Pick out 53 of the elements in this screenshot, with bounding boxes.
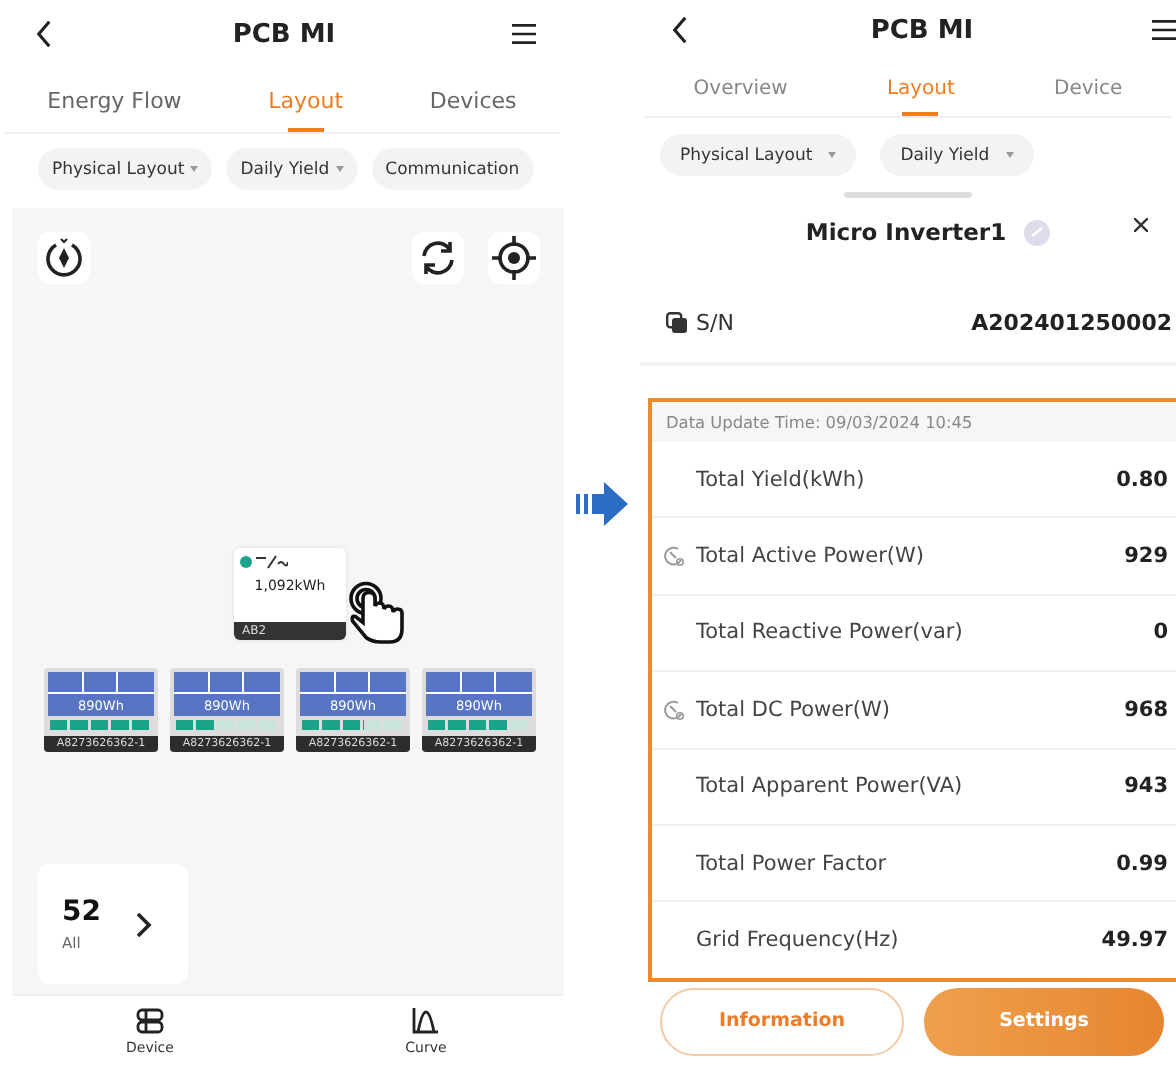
back-icon[interactable]: [32, 20, 56, 48]
metric-value: 0.80: [1116, 467, 1168, 492]
device-count: 52: [62, 896, 101, 928]
dc-ac-icon: [256, 554, 288, 570]
metric-value: 49.97: [1101, 928, 1168, 953]
metric-label: Grid Frequency(Hz): [696, 928, 899, 953]
metric-label: Total Reactive Power(var): [696, 620, 963, 645]
update-time: Data Update Time: 09/03/2024 10:45: [666, 412, 973, 432]
caret-icon: [1005, 152, 1014, 158]
metric-value: 968: [1124, 697, 1168, 722]
chevron-right-icon: [136, 911, 152, 937]
tap-hand-icon: [348, 580, 408, 644]
compass-icon[interactable]: [38, 232, 90, 284]
page-title: PCB MI: [232, 19, 336, 49]
serial-number: A202401250002: [971, 309, 1174, 335]
metric-value: 0: [1153, 620, 1168, 645]
device-list-icon: [136, 1008, 164, 1034]
link-status-icon: [1024, 219, 1051, 245]
filter-dropdown[interactable]: Daily Yield: [880, 134, 1034, 176]
caret-icon: [335, 166, 344, 172]
metric-label: Total Yield(kWh): [696, 467, 865, 492]
drag-handle[interactable]: [844, 192, 972, 198]
gauge-icon: [664, 699, 684, 720]
metric-value: 929: [1124, 544, 1168, 569]
metric-label: Total DC Power(W): [696, 697, 890, 722]
metric-value: 0.99: [1116, 851, 1168, 876]
metric-label: Total Active Power(W): [696, 544, 924, 569]
menu-icon[interactable]: [512, 20, 536, 48]
copy-icon[interactable]: [666, 311, 688, 333]
filter-dropdown[interactable]: Physical Layout: [660, 134, 857, 176]
filter-dropdown[interactable]: Communication: [371, 148, 534, 190]
filter-dropdown[interactable]: Physical Layout: [38, 148, 213, 190]
metric-label: Total Apparent Power(VA): [696, 774, 963, 799]
tab[interactable]: Energy Flow: [39, 68, 190, 132]
tab[interactable]: Overview: [685, 60, 796, 116]
device-name: Micro Inverter1: [805, 218, 1007, 246]
tab[interactable]: Devices: [421, 68, 525, 132]
page-title: PCB MI: [870, 15, 974, 45]
arrow-right-icon: [576, 482, 628, 526]
sn-label: S/N: [696, 309, 734, 335]
metric-value: 943: [1124, 774, 1168, 799]
back-icon[interactable]: [668, 16, 692, 44]
curve-icon: [412, 1008, 440, 1034]
gauge-icon: [664, 546, 684, 567]
tab[interactable]: Device: [1046, 60, 1131, 116]
caret-icon: [828, 152, 837, 158]
metric-label: Total Power Factor: [696, 851, 887, 876]
menu-icon[interactable]: [1152, 16, 1176, 44]
refresh-icon[interactable]: [412, 232, 464, 284]
locate-icon[interactable]: [488, 232, 540, 284]
caret-icon: [190, 166, 199, 172]
close-icon[interactable]: [1134, 218, 1148, 232]
filter-dropdown[interactable]: Daily Yield: [226, 148, 358, 190]
